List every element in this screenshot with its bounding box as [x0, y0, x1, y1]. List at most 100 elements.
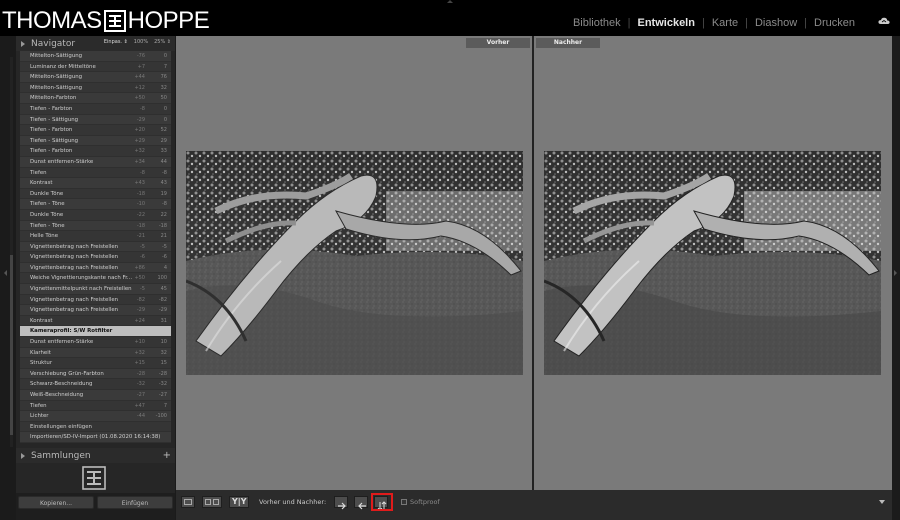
history-item-value: -5	[162, 243, 167, 250]
loupe-view-button[interactable]	[181, 496, 195, 508]
collections-panel-header[interactable]: Sammlungen +	[16, 448, 175, 463]
history-item-value: 19	[160, 190, 167, 197]
history-item[interactable]: Tiefen - Farbton +32 33	[20, 146, 171, 157]
history-item[interactable]: Weiß-Beschneidung -27 -27	[20, 390, 171, 401]
add-collection-icon[interactable]: +	[163, 450, 171, 461]
cloud-icon[interactable]	[878, 17, 890, 25]
history-item[interactable]: Vignettenmittelpunkt nach Freistellen -5 4…	[20, 284, 171, 295]
history-item[interactable]: Tiefen - Sättigung -29 0	[20, 114, 171, 126]
history-item-value: 7	[163, 402, 167, 409]
module-print[interactable]: Drucken	[807, 17, 862, 29]
history-item-delta: -18	[136, 222, 145, 229]
swap-button-highlight	[371, 493, 393, 511]
history-item-label: Dunst entfernen-Stärke	[30, 158, 94, 165]
module-develop[interactable]: Entwickeln	[631, 17, 702, 29]
history-item[interactable]: Mittelton-Sättigung +44 76	[20, 72, 171, 83]
history-item[interactable]: Tiefen - Töne -10 -8	[20, 199, 171, 210]
history-item-value: 7	[163, 63, 167, 70]
right-panel-toggle-icon[interactable]	[894, 270, 897, 276]
module-map[interactable]: Karte	[705, 17, 745, 29]
history-item-label: Tiefen - Töne	[30, 222, 65, 229]
zoom-100-option[interactable]: 100%	[134, 39, 148, 45]
history-item-label: Kontrast	[30, 317, 53, 324]
history-item-label: Importieren/SD-IV-Import (01.08.2020 16:…	[30, 434, 161, 441]
history-item[interactable]: Lichter -44 -100	[20, 411, 171, 422]
softproof-checkbox[interactable]	[401, 499, 407, 505]
history-item[interactable]: Vignettenbetrag nach Freistellen +86 4	[20, 262, 171, 274]
history-item[interactable]: Kontrast +43 43	[20, 178, 171, 189]
navigator-panel-header[interactable]: Navigator Einpas. ⇕ 100% 25% ⇕	[16, 36, 175, 51]
paste-settings-button[interactable]: Einfügen	[97, 496, 173, 509]
history-item-label: Schwarz-Beschneidung	[30, 381, 93, 388]
history-item[interactable]: Vignettenbetrag nach Freistellen -29 -29	[20, 305, 171, 316]
expand-triangle-icon[interactable]	[21, 452, 25, 459]
history-item-delta: +24	[134, 317, 145, 324]
after-photo[interactable]	[544, 151, 881, 375]
history-item-selected[interactable]: Kameraprofil: S/W Rotfilter	[20, 326, 171, 338]
history-item-value: -18	[158, 222, 167, 229]
left-panel-toggle-icon[interactable]	[4, 270, 7, 276]
panel-end-logo-icon	[82, 466, 106, 490]
history-item[interactable]: Tiefen - Farbton -8 0	[20, 103, 171, 115]
history-item[interactable]: Klarheit +32 32	[20, 347, 171, 359]
before-after-view-menu-button[interactable]: Y|Y	[229, 496, 249, 508]
before-after-left-right-button[interactable]	[202, 496, 222, 508]
history-item-value: 15	[160, 360, 167, 367]
zoom-fit-option[interactable]: Einpas. ⇕	[104, 39, 128, 45]
history-item-label: Tiefen - Sättigung	[30, 137, 79, 144]
history-item[interactable]: Vignettenbetrag nach Freistellen -82 -82	[20, 294, 171, 306]
history-item[interactable]: Tiefen -8 -8	[20, 167, 171, 179]
history-item[interactable]: Tiefen +47 7	[20, 400, 171, 412]
expand-triangle-icon[interactable]	[21, 40, 25, 47]
history-item[interactable]: Struktur +15 15	[20, 358, 171, 369]
history-item-delta: +86	[134, 264, 145, 271]
before-photo[interactable]	[186, 151, 523, 375]
history-item[interactable]: Tiefen - Töne -18 -18	[20, 220, 171, 232]
history-item-value: -32	[158, 381, 167, 388]
history-item-value: 22	[160, 211, 167, 218]
zoom-25-option[interactable]: 25% ⇕	[154, 39, 171, 45]
history-item[interactable]: Dunkle Töne -18 19	[20, 188, 171, 200]
history-item-label: Mittelton-Sättigung	[30, 84, 83, 91]
module-library[interactable]: Bibliothek	[566, 17, 628, 29]
history-item-label: Mittelton-Sättigung	[30, 74, 83, 81]
history-item-value: -27	[158, 392, 167, 398]
history-item[interactable]: Kontrast +24 31	[20, 315, 171, 327]
module-picker: Bibliothek | Entwickeln | Karte | Diasho…	[566, 17, 862, 29]
toolbar-menu-icon[interactable]	[879, 500, 885, 504]
history-item[interactable]: Tiefen - Farbton +20 52	[20, 125, 171, 136]
history-item[interactable]: Helle Töne -21 21	[20, 231, 171, 242]
history-item[interactable]: Mittelton-Sättigung -76 0	[20, 51, 171, 62]
history-item[interactable]: Weiche Vignettierungskante nach Fr... +50…	[20, 273, 171, 285]
history-item[interactable]: Mittelton-Farbton +50 50	[20, 93, 171, 104]
history-item-delta: -32	[136, 381, 145, 388]
copy-after-to-before-button[interactable]	[354, 496, 368, 510]
history-item-label: Kontrast	[30, 180, 53, 187]
history-item-label: Mittelton-Sättigung	[30, 53, 83, 59]
history-item[interactable]: Tiefen - Sättigung +29 29	[20, 135, 171, 147]
copy-before-to-after-button[interactable]	[334, 496, 348, 510]
history-item[interactable]: Schwarz-Beschneidung -32 -32	[20, 379, 171, 390]
history-item[interactable]: Vignettenbetrag nach Freistellen -6 -6	[20, 252, 171, 263]
history-item[interactable]: Verschiebung Grün-Farbton -28 -28	[20, 368, 171, 380]
navigator-title: Navigator	[31, 38, 76, 49]
history-item-value: 0	[163, 116, 167, 123]
top-panel-toggle-icon[interactable]	[447, 0, 453, 3]
history-item-value: 21	[160, 233, 167, 240]
module-slideshow[interactable]: Diashow	[748, 17, 804, 29]
history-item[interactable]: Vignettenbetrag nach Freistellen -5 -5	[20, 241, 171, 253]
history-item[interactable]: Dunst entfernen-Stärke +34 44	[20, 156, 171, 168]
history-scrollbar-thumb[interactable]	[10, 255, 13, 435]
copy-settings-button[interactable]: Kopieren...	[18, 496, 94, 509]
arrow-right-icon	[338, 502, 346, 510]
history-item[interactable]: Dunkle Töne -22 22	[20, 209, 171, 221]
history-item[interactable]: Importieren/SD-IV-Import (01.08.2020 16:…	[20, 432, 171, 443]
softproof-label[interactable]: Softproof	[410, 498, 440, 506]
history-item[interactable]: Dunst entfernen-Stärke +10 10	[20, 337, 171, 348]
loupe-view-icon	[184, 499, 192, 505]
history-item[interactable]: Luminanz der Mitteltöne +7 7	[20, 61, 171, 73]
history-item-delta: +12	[134, 84, 145, 91]
history-item[interactable]: Mittelton-Sättigung +12 32	[20, 82, 171, 94]
history-item[interactable]: Einstellungen einfügen	[20, 421, 171, 433]
history-item-delta: +10	[134, 339, 145, 346]
